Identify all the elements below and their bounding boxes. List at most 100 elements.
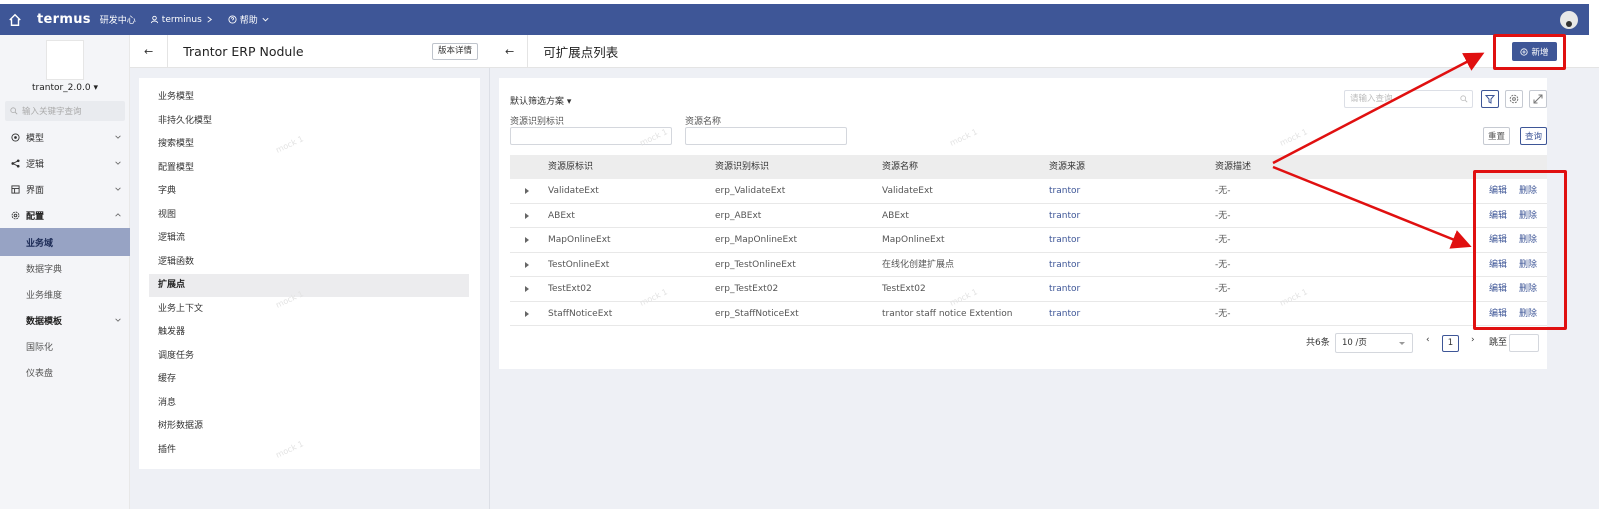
column-header: 资源名称 bbox=[882, 162, 919, 172]
chevron-down-icon bbox=[115, 187, 121, 191]
module-panel: ← Trantor ERP Nodule 版本详情 业务模型 非持久化模型 搜索… bbox=[130, 34, 490, 509]
main-header: ← 可扩展点列表 新增 bbox=[490, 34, 1599, 68]
expand-row-icon[interactable] bbox=[525, 310, 529, 317]
module-item[interactable]: 业务上下文 bbox=[149, 298, 469, 321]
expand-row-icon[interactable] bbox=[525, 237, 529, 243]
extension-list-card: 默认筛选方案 ▾ 资源识别标识 资源名称 请输入查询 重置 查询 资源原标识 资… bbox=[499, 78, 1547, 369]
table-row: MapOnlineExt erp_MapOnlineExt MapOnlineE… bbox=[510, 228, 1547, 253]
sidebar-search-input[interactable]: 输入关键字查询 bbox=[5, 101, 125, 121]
fullscreen-button[interactable] bbox=[1529, 90, 1547, 108]
module-nav-list: 业务模型 非持久化模型 搜索模型 配置模型 字典 视图 逻辑流 逻辑函数 扩展点… bbox=[139, 78, 480, 469]
nav-help[interactable]: 帮助 bbox=[228, 13, 270, 26]
chevron-down-icon bbox=[115, 135, 121, 139]
filter-name-label: 资源名称 bbox=[685, 117, 722, 127]
filter-id-input[interactable] bbox=[510, 127, 672, 145]
source-link[interactable]: trantor bbox=[1049, 179, 1080, 203]
reset-button[interactable]: 重置 bbox=[1483, 127, 1510, 145]
sidebar-item-dashboard[interactable]: 仪表盘 bbox=[0, 359, 130, 385]
annotation-box-actions bbox=[1473, 170, 1567, 330]
module-title: Trantor ERP Nodule bbox=[183, 43, 304, 59]
source-link[interactable]: trantor bbox=[1049, 228, 1080, 252]
gear-icon bbox=[11, 211, 20, 219]
next-page-icon[interactable]: › bbox=[1471, 335, 1475, 345]
sidebar-item-model[interactable]: 模型 bbox=[0, 124, 130, 150]
sidebar-item-data-dictionary[interactable]: 数据字典 bbox=[0, 255, 130, 281]
table-row: ABExt erp_ABExt ABExt trantor -无- 编辑 删除 bbox=[510, 204, 1547, 228]
filter-id-label: 资源识别标识 bbox=[510, 117, 565, 127]
module-item[interactable]: 触发器 bbox=[149, 321, 469, 344]
filter-scheme-dropdown[interactable]: 默认筛选方案 ▾ bbox=[510, 94, 571, 107]
search-icon bbox=[1460, 95, 1468, 103]
prev-page-icon[interactable]: ‹ bbox=[1426, 335, 1430, 345]
page-size-select[interactable]: 10 /页 bbox=[1335, 333, 1413, 353]
help-icon bbox=[228, 15, 237, 24]
sidebar-item-config[interactable]: 配置 bbox=[0, 202, 130, 228]
share-icon bbox=[11, 158, 20, 168]
module-item[interactable]: 视图 bbox=[149, 204, 469, 227]
source-link[interactable]: trantor bbox=[1049, 277, 1080, 301]
main-panel: ← 可扩展点列表 新增 默认筛选方案 ▾ 资源识别标识 资源名称 请输入查询 重… bbox=[490, 34, 1599, 509]
back-arrow-icon[interactable]: ← bbox=[144, 45, 153, 58]
filter-toggle-button[interactable] bbox=[1481, 90, 1499, 108]
settings-button[interactable] bbox=[1505, 90, 1523, 108]
module-item[interactable]: 搜索模型 bbox=[149, 133, 469, 156]
module-item[interactable]: 插件 bbox=[149, 439, 469, 462]
module-item[interactable]: 配置模型 bbox=[149, 157, 469, 180]
back-arrow-icon[interactable]: ← bbox=[505, 45, 514, 58]
nav-project[interactable]: terminus bbox=[150, 15, 214, 25]
module-item[interactable]: 业务模型 bbox=[149, 86, 469, 109]
table-row: ValidateExt erp_ValidateExt ValidateExt … bbox=[510, 179, 1547, 204]
ui-icon bbox=[11, 184, 20, 194]
home-icon[interactable] bbox=[8, 13, 22, 27]
watermark: mock 1 bbox=[948, 127, 979, 148]
user-avatar[interactable] bbox=[1560, 11, 1578, 29]
expand-row-icon[interactable] bbox=[525, 188, 529, 194]
sidebar-item-i18n[interactable]: 国际化 bbox=[0, 333, 130, 359]
module-item[interactable]: 调度任务 bbox=[149, 345, 469, 368]
column-header: 资源描述 bbox=[1215, 162, 1252, 172]
gear-icon bbox=[1509, 94, 1519, 104]
column-header: 资源原标识 bbox=[548, 162, 594, 172]
chevron-down-icon bbox=[115, 161, 121, 165]
table-search-input[interactable]: 请输入查询 bbox=[1344, 90, 1473, 108]
module-item[interactable]: 缓存 bbox=[149, 368, 469, 391]
page-number-button[interactable]: 1 bbox=[1442, 335, 1459, 352]
module-item-extension-point[interactable]: 扩展点 bbox=[149, 274, 469, 297]
chevron-down-icon bbox=[115, 318, 121, 322]
column-header: 资源识别标识 bbox=[715, 162, 770, 172]
source-link[interactable]: trantor bbox=[1049, 204, 1080, 228]
module-item[interactable]: 逻辑流 bbox=[149, 227, 469, 250]
filter-name-input[interactable] bbox=[685, 127, 847, 145]
module-item[interactable]: 逻辑函数 bbox=[149, 251, 469, 274]
annotation-box-add bbox=[1493, 34, 1566, 70]
watermark: mock 1 bbox=[1278, 127, 1309, 148]
sidebar-item-data-template[interactable]: 数据模板 bbox=[0, 307, 130, 333]
sidebar-item-business-dimension[interactable]: 业务维度 bbox=[0, 281, 130, 307]
top-nav-bar: termus 研发中心 terminus 帮助 bbox=[0, 4, 1589, 35]
brand-logo[interactable]: termus bbox=[37, 12, 91, 27]
expand-row-icon[interactable] bbox=[525, 286, 529, 292]
version-selector[interactable]: trantor_2.0.0 ▾ bbox=[0, 83, 130, 93]
sidebar: trantor_2.0.0 ▾ 输入关键字查询 模型 逻辑 界面 配置 业务域 … bbox=[0, 35, 130, 509]
query-button[interactable]: 查询 bbox=[1520, 127, 1547, 145]
module-item[interactable]: 树形数据源 bbox=[149, 415, 469, 438]
version-detail-button[interactable]: 版本详情 bbox=[431, 43, 478, 60]
source-link[interactable]: trantor bbox=[1049, 253, 1080, 277]
filter-icon bbox=[1485, 95, 1495, 104]
expand-row-icon[interactable] bbox=[525, 212, 529, 219]
app-logo bbox=[46, 40, 84, 80]
chevron-right-icon bbox=[207, 16, 212, 23]
sidebar-item-business-domain[interactable]: 业务域 bbox=[0, 228, 130, 256]
jump-page-input[interactable] bbox=[1509, 334, 1539, 352]
column-header: 资源来源 bbox=[1049, 162, 1086, 172]
sidebar-item-logic[interactable]: 逻辑 bbox=[0, 150, 130, 176]
module-item[interactable]: 非持久化模型 bbox=[149, 110, 469, 133]
table-row: TestExt02 erp_TestExt02 TestExt02 tranto… bbox=[510, 277, 1547, 302]
sidebar-item-ui[interactable]: 界面 bbox=[0, 176, 130, 202]
expand-row-icon[interactable] bbox=[525, 261, 529, 268]
source-link[interactable]: trantor bbox=[1049, 302, 1080, 326]
module-item[interactable]: 消息 bbox=[149, 392, 469, 415]
nav-dev-center[interactable]: 研发中心 bbox=[100, 13, 136, 26]
table-row: StaffNoticeExt erp_StaffNoticeExt tranto… bbox=[510, 302, 1547, 326]
module-item[interactable]: 字典 bbox=[149, 180, 469, 203]
